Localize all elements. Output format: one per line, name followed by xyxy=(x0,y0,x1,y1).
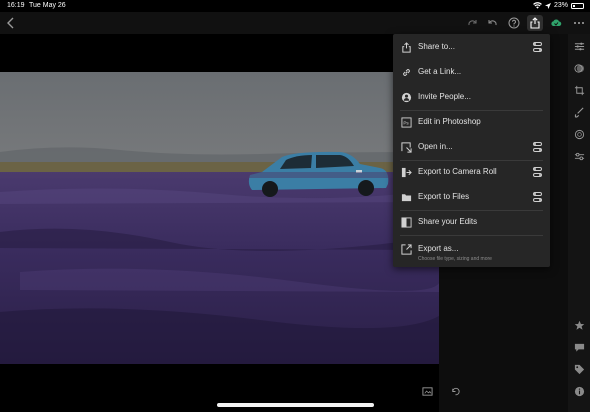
menu-item-share-edits[interactable]: Share your Edits xyxy=(393,210,550,234)
info-icon[interactable] xyxy=(572,384,586,398)
menu-item-sublabel: Choose file type, sizing and more xyxy=(418,256,492,262)
presets-icon[interactable] xyxy=(572,61,586,75)
menu-item-label: Edit in Photoshop xyxy=(418,117,481,126)
toggle-icon xyxy=(533,142,542,152)
share-menu: Share to... Get a Link... Invite People.… xyxy=(393,34,550,267)
star-icon[interactable] xyxy=(572,318,586,332)
share-icon[interactable] xyxy=(527,15,543,31)
reset-icon[interactable] xyxy=(448,384,462,398)
export-as-icon xyxy=(400,243,412,255)
menu-item-invite-people[interactable]: Invite People... xyxy=(393,85,550,109)
menu-item-label: Invite People... xyxy=(418,92,471,101)
menu-item-label: Export to Files xyxy=(418,192,470,201)
redo-icon[interactable] xyxy=(464,15,480,31)
link-icon xyxy=(400,66,412,78)
status-bar: 16:19 Tue May 26 23% xyxy=(0,0,590,12)
share-edits-icon xyxy=(400,216,412,228)
menu-item-edit-photoshop[interactable]: Ps Edit in Photoshop xyxy=(393,110,550,134)
photoshop-icon: Ps xyxy=(400,116,412,128)
battery-percent: 23% xyxy=(553,2,568,9)
menu-item-get-link[interactable]: Get a Link... xyxy=(393,60,550,84)
toggle-icon xyxy=(533,167,542,177)
location-icon xyxy=(544,2,551,9)
tag-icon[interactable] xyxy=(572,362,586,376)
folder-icon xyxy=(400,191,412,203)
help-icon[interactable] xyxy=(506,15,522,31)
status-right: 23% xyxy=(533,2,584,9)
menu-item-export-as[interactable]: Export as... Choose file type, sizing an… xyxy=(393,237,550,265)
cloud-sync-icon[interactable] xyxy=(548,15,564,31)
menu-item-label: Open in... xyxy=(418,142,453,151)
right-rail xyxy=(568,34,590,412)
wifi-icon xyxy=(533,2,542,9)
status-time: 16:19 xyxy=(7,2,25,9)
menu-item-label: Export to Camera Roll xyxy=(418,167,497,176)
brush-icon[interactable] xyxy=(572,105,586,119)
status-date: Tue May 26 xyxy=(29,2,66,9)
undo-icon[interactable] xyxy=(485,15,501,31)
selective-icon[interactable] xyxy=(572,149,586,163)
comment-icon[interactable] xyxy=(572,340,586,354)
share-to-icon xyxy=(400,41,412,53)
toggle-icon xyxy=(533,42,542,52)
radial-icon[interactable] xyxy=(572,127,586,141)
toggle-icon xyxy=(533,192,542,202)
more-icon[interactable] xyxy=(571,15,587,31)
menu-item-open-in[interactable]: Open in... xyxy=(393,135,550,159)
menu-divider xyxy=(400,235,543,236)
back-chevron-icon[interactable] xyxy=(3,15,19,31)
sliders-icon[interactable] xyxy=(572,39,586,53)
home-indicator[interactable] xyxy=(217,403,374,407)
open-in-icon xyxy=(400,141,412,153)
menu-item-export-camera-roll[interactable]: Export to Camera Roll xyxy=(393,160,550,184)
top-toolbar xyxy=(0,12,590,34)
compare-icon[interactable] xyxy=(420,384,434,398)
photo-image xyxy=(0,72,439,364)
svg-text:Ps: Ps xyxy=(403,120,409,125)
menu-item-label: Export as... xyxy=(418,244,459,253)
battery-icon xyxy=(571,2,584,9)
camera-roll-icon xyxy=(400,166,412,178)
menu-item-share-to[interactable]: Share to... xyxy=(393,35,550,59)
menu-item-label: Share your Edits xyxy=(418,217,478,226)
invite-people-icon xyxy=(400,91,412,103)
menu-item-export-files[interactable]: Export to Files xyxy=(393,185,550,209)
menu-item-label: Share to... xyxy=(418,42,455,51)
crop-icon[interactable] xyxy=(572,83,586,97)
menu-item-label: Get a Link... xyxy=(418,67,462,76)
